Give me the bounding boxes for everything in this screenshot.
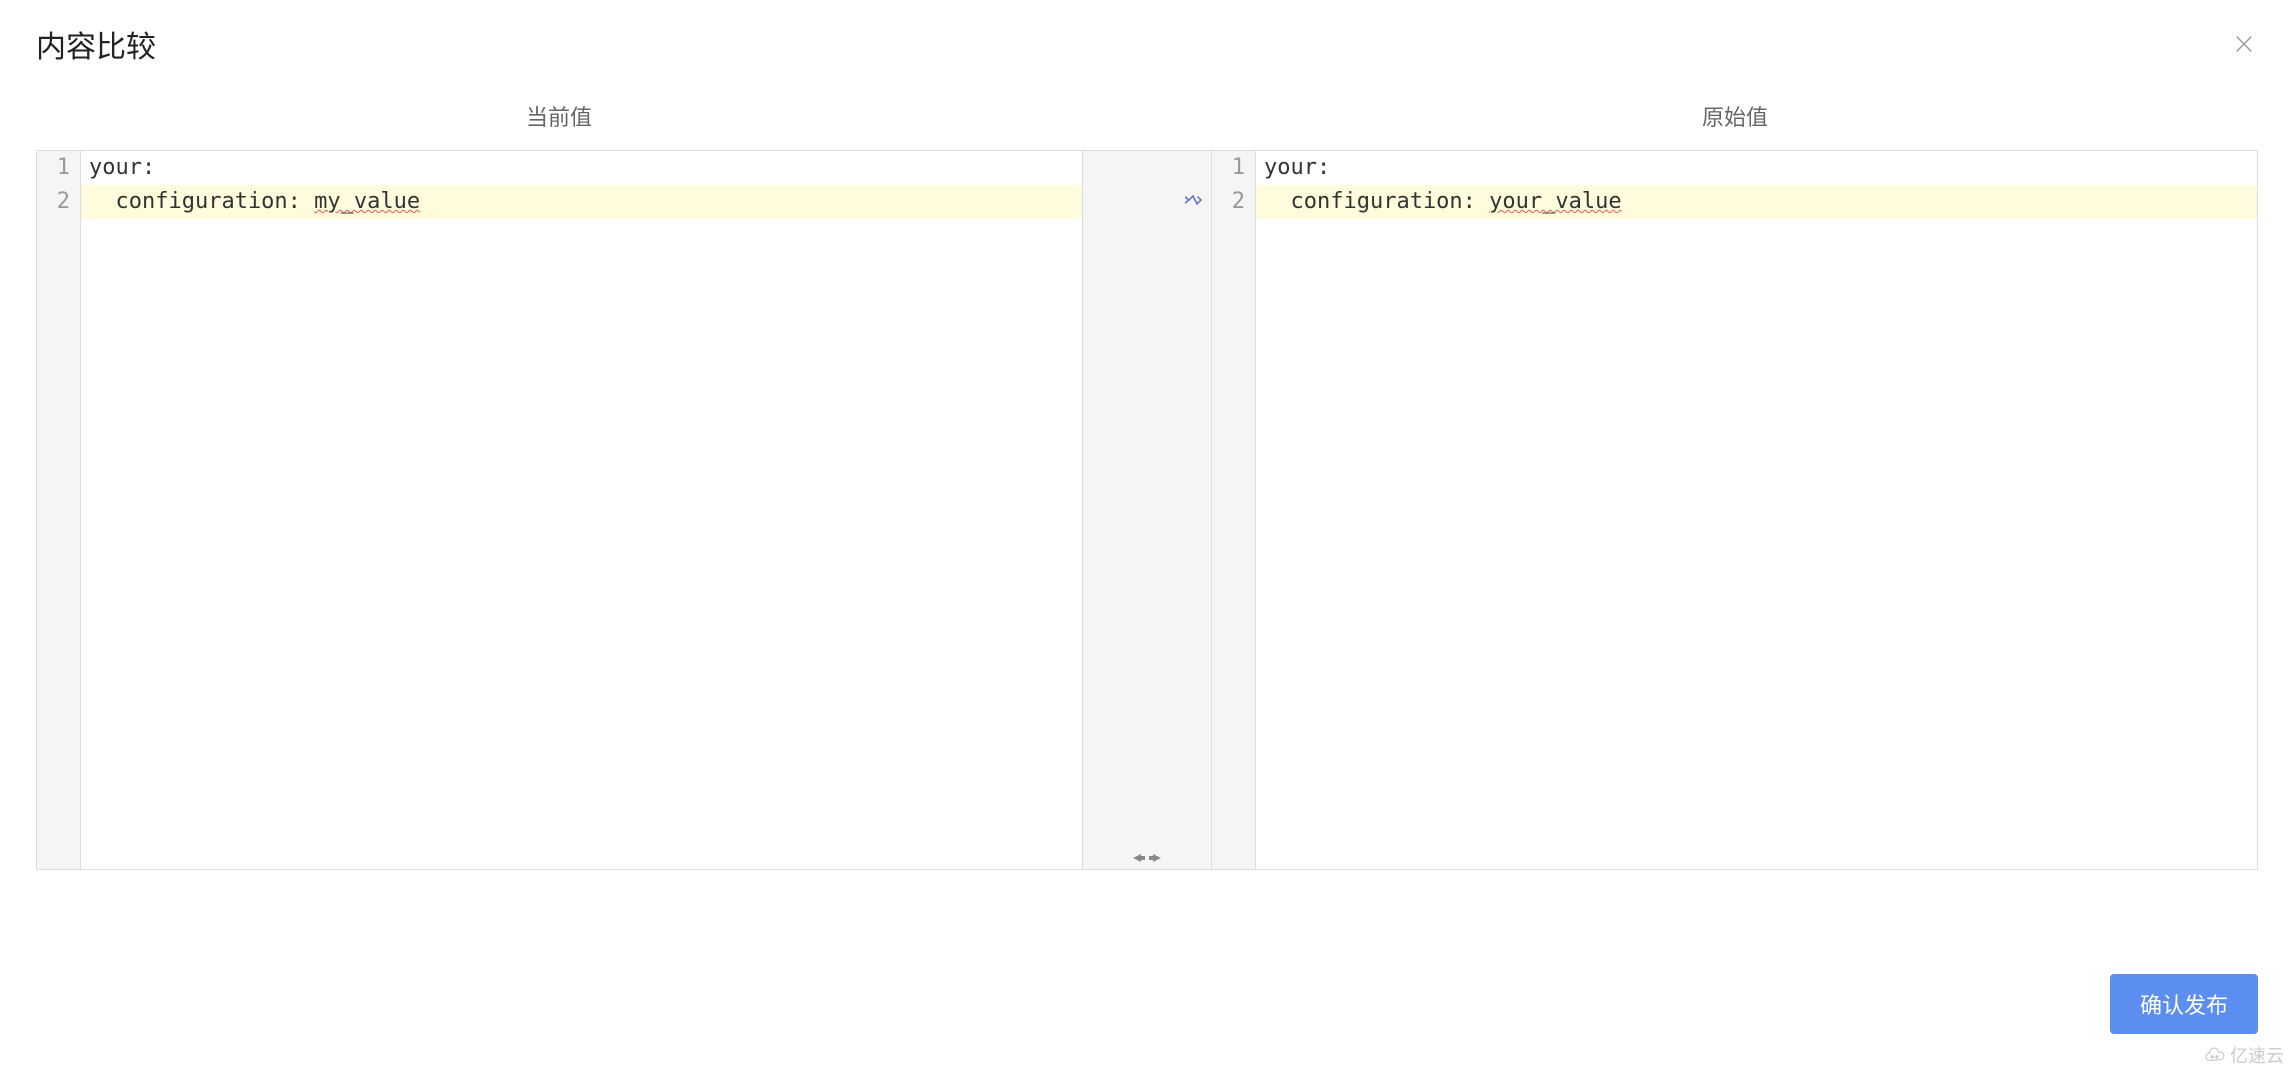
- left-code-area[interactable]: your: configuration: my_value: [81, 151, 1082, 869]
- compare-header: 当前值 原始值: [0, 90, 2294, 142]
- left-column-label: 当前值: [36, 90, 1082, 142]
- left-diff-pane[interactable]: 1 2 your: configuration: my_value: [37, 151, 1082, 869]
- confirm-publish-button[interactable]: 确认发布: [2110, 974, 2258, 1034]
- code-line: your:: [1256, 151, 2257, 185]
- cloud-icon: [2204, 1047, 2226, 1063]
- right-column-label: 原始值: [1212, 90, 2258, 142]
- left-gutter: 1 2: [37, 151, 81, 869]
- right-code-area[interactable]: your: configuration: your_value: [1256, 151, 2257, 869]
- modal-header: 内容比较: [0, 0, 2294, 90]
- diff-change-marker[interactable]: [1083, 193, 1211, 207]
- right-diff-pane[interactable]: 1 2 your: configuration: your_value: [1212, 151, 2257, 869]
- right-gutter: 1 2: [1212, 151, 1256, 869]
- modal-title: 内容比较: [36, 22, 156, 66]
- modal-footer: 确认发布: [2110, 974, 2258, 1034]
- code-line: configuration: my_value: [81, 185, 1082, 219]
- line-number: 1: [37, 151, 80, 185]
- code-line: configuration: your_value: [1256, 185, 2257, 219]
- diff-container: 1 2 your: configuration: my_value 1 2 yo…: [36, 150, 2258, 870]
- line-number: 2: [1212, 185, 1255, 219]
- close-button[interactable]: [2230, 30, 2258, 58]
- line-number: 1: [1212, 151, 1255, 185]
- sync-arrows-icon: [1133, 851, 1161, 865]
- line-number: 2: [37, 185, 80, 219]
- diff-center-gutter: [1082, 151, 1212, 869]
- close-icon: [2233, 33, 2255, 55]
- code-line: your:: [81, 151, 1082, 185]
- change-marker-icon: [1185, 194, 1203, 206]
- watermark: 亿速云: [2204, 1042, 2284, 1068]
- diff-sync-control[interactable]: [1083, 851, 1211, 865]
- watermark-text: 亿速云: [2230, 1042, 2284, 1068]
